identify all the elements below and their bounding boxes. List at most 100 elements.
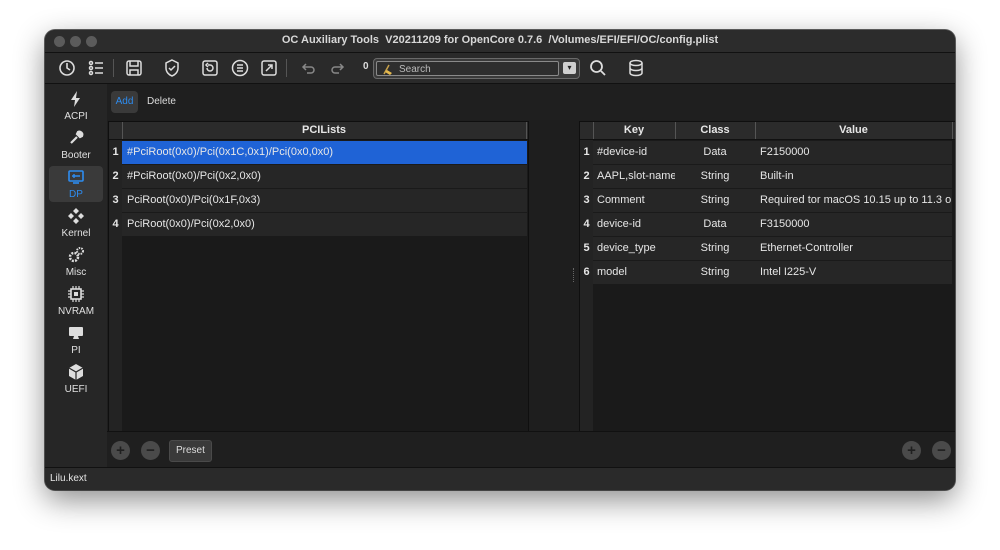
table-row[interactable]: 3 PciRoot(0x0)/Pci(0x1F,0x3) (109, 189, 528, 213)
cube-icon (68, 364, 84, 380)
search-input[interactable]: Search (399, 64, 431, 75)
value-cell[interactable]: F3150000 (760, 213, 952, 236)
value-cell[interactable]: F2150000 (760, 141, 952, 164)
row-index: 1 (109, 141, 122, 164)
sidebar-item-acpi[interactable]: ACPI (49, 88, 103, 124)
column-header-class: Class (700, 124, 730, 136)
table-header: Key Class Value (580, 122, 955, 140)
key-cell[interactable]: device-id (597, 213, 675, 236)
table-header: PCILists (109, 122, 528, 140)
share-icon[interactable] (258, 57, 280, 79)
value-cell[interactable]: Required tor macOS 10.15 up to 11.3 only (760, 189, 952, 212)
list-icon[interactable] (85, 57, 107, 79)
value-cell[interactable]: Built-in (760, 165, 952, 188)
toolbar: 0 Search ▾ (45, 53, 955, 84)
tab-bar: Add Delete (107, 84, 955, 120)
key-cell[interactable]: model (597, 261, 675, 284)
add-pci-button[interactable]: + (111, 441, 130, 460)
column-header-pcilists: PCILists (301, 124, 346, 136)
properties-table: Key Class Value 1 #device-id Data F21500… (579, 121, 955, 432)
row-index: 6 (580, 261, 593, 284)
database-icon[interactable] (625, 57, 647, 79)
pci-list-table: PCILists 1 #PciRoot(0x0)/Pci(0x1C,0x1)/P… (108, 121, 529, 432)
sidebar-item-kernel[interactable]: Kernel (49, 205, 103, 241)
bolt-icon (71, 91, 80, 107)
table-row[interactable]: 1 #PciRoot(0x0)/Pci(0x1C,0x1)/Pci(0x0,0x… (109, 141, 528, 165)
row-index: 2 (109, 165, 122, 188)
table-row[interactable]: 4 PciRoot(0x0)/Pci(0x2,0x0) (109, 213, 528, 237)
class-cell[interactable]: String (675, 189, 755, 212)
key-cell[interactable]: device_type (597, 237, 675, 260)
pci-path-cell[interactable]: PciRoot(0x0)/Pci(0x2,0x0) (127, 213, 523, 236)
row-index: 4 (109, 213, 122, 236)
row-index: 4 (580, 213, 593, 236)
chip-icon (68, 286, 84, 302)
toolbar-separator (113, 59, 114, 77)
pci-path-cell[interactable]: PciRoot(0x0)/Pci(0x1F,0x3) (127, 189, 523, 212)
sidebar-item-dp[interactable]: DP (49, 166, 103, 202)
wrench-icon (70, 130, 84, 144)
class-cell[interactable]: String (675, 165, 755, 188)
shield-check-icon[interactable] (161, 57, 183, 79)
sidebar-item-booter[interactable]: Booter (49, 127, 103, 163)
search-field[interactable]: Search ▾ (373, 58, 580, 79)
column-header-key: Key (623, 124, 645, 136)
pci-path-cell[interactable]: #PciRoot(0x0)/Pci(0x1C,0x1)/Pci(0x0,0x0) (127, 141, 523, 164)
column-header-value: Value (839, 124, 868, 136)
sidebar-item-misc[interactable]: Misc (49, 244, 103, 280)
class-cell[interactable]: Data (675, 213, 755, 236)
sidebar: ACPI Booter DP Kernel Misc NVRAM PI UEFI (45, 84, 107, 467)
diamonds-icon (68, 208, 84, 224)
display-icon (68, 170, 84, 184)
row-index: 3 (580, 189, 593, 212)
tab-delete[interactable]: Delete (147, 91, 176, 113)
chevron-down-icon[interactable]: ▾ (563, 62, 576, 74)
sidebar-item-uefi[interactable]: UEFI (49, 361, 103, 397)
class-cell[interactable]: Data (675, 141, 755, 164)
split-handle[interactable] (573, 268, 577, 282)
list-circle-icon[interactable] (229, 57, 251, 79)
save-icon[interactable] (123, 57, 145, 79)
undo-icon[interactable] (297, 57, 319, 79)
table-row[interactable]: 2 AAPL,slot-name String Built-in (580, 165, 955, 189)
table-row[interactable]: 2 #PciRoot(0x0)/Pci(0x2,0x0) (109, 165, 528, 189)
table-row[interactable]: 3 Comment String Required tor macOS 10.1… (580, 189, 955, 213)
bottom-action-bar: + − Preset + − (107, 431, 955, 468)
status-text: Lilu.kext (50, 473, 87, 484)
table-row[interactable]: 6 model String Intel I225-V (580, 261, 955, 285)
tab-add[interactable]: Add (111, 91, 138, 113)
redo-icon[interactable] (327, 57, 349, 79)
app-window: OC Auxiliary Tools V20211209 for OpenCor… (45, 30, 955, 490)
preset-button[interactable]: Preset (169, 440, 212, 462)
title-bar: OC Auxiliary Tools V20211209 for OpenCor… (45, 30, 955, 53)
value-cell[interactable]: Intel I225-V (760, 261, 952, 284)
sidebar-item-pi[interactable]: PI (49, 322, 103, 358)
key-cell[interactable]: #device-id (597, 141, 675, 164)
value-cell[interactable]: Ethernet-Controller (760, 237, 952, 260)
add-property-button[interactable]: + (902, 441, 921, 460)
gears-icon (68, 247, 84, 263)
class-cell[interactable]: String (675, 261, 755, 284)
table-row[interactable]: 5 device_type String Ethernet-Controller (580, 237, 955, 261)
pci-path-cell[interactable]: #PciRoot(0x0)/Pci(0x2,0x0) (127, 165, 523, 188)
status-bar: Lilu.kext (45, 467, 955, 490)
table-row[interactable]: 4 device-id Data F3150000 (580, 213, 955, 237)
key-cell[interactable]: Comment (597, 189, 675, 212)
restart-icon[interactable] (199, 57, 221, 79)
table-row[interactable]: 1 #device-id Data F2150000 (580, 141, 955, 165)
magnifier-icon[interactable] (587, 57, 609, 79)
window-title: OC Auxiliary Tools V20211209 for OpenCor… (281, 34, 719, 46)
row-index: 3 (109, 189, 122, 212)
row-index: 1 (580, 141, 593, 164)
remove-pci-button[interactable]: − (141, 441, 160, 460)
main-panel: Add Delete PCILists 1 #PciRoot(0x0)/Pci(… (107, 84, 955, 468)
row-index: 2 (580, 165, 593, 188)
key-cell[interactable]: AAPL,slot-name (597, 165, 675, 188)
broom-icon (383, 64, 392, 75)
remove-property-button[interactable]: − (932, 441, 951, 460)
computer-icon (69, 327, 83, 339)
row-index: 5 (580, 237, 593, 260)
clock-icon[interactable] (56, 57, 78, 79)
class-cell[interactable]: String (675, 237, 755, 260)
sidebar-item-nvram[interactable]: NVRAM (49, 283, 103, 319)
